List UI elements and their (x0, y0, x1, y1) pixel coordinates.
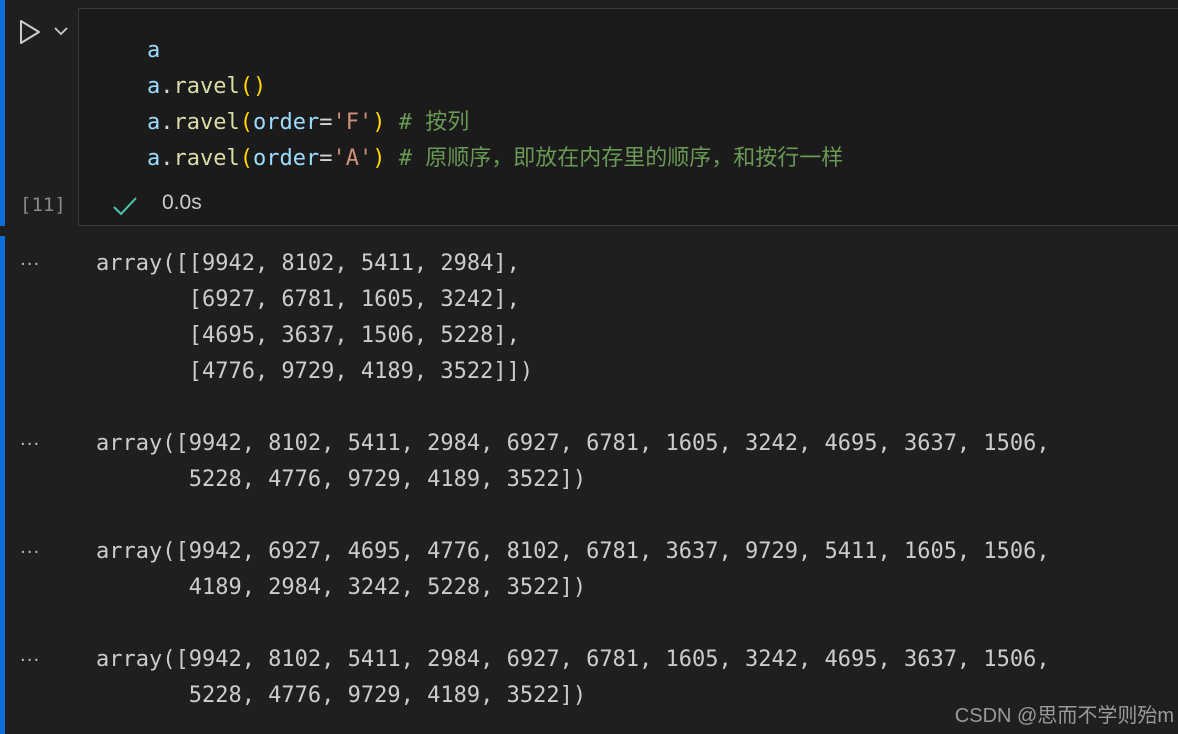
code-token: ) (372, 146, 386, 171)
chevron-down-icon[interactable] (52, 22, 70, 40)
execution-count: [11] (20, 194, 66, 216)
code-line: a (147, 33, 160, 69)
code-token: ) (372, 110, 386, 135)
code-token: . (160, 110, 174, 135)
code-token: . (160, 146, 174, 171)
output-line: 5228, 4776, 9729, 4189, 3522]) (96, 467, 587, 492)
code-line: a.ravel(order='F') # 按列 (147, 105, 469, 141)
checkmark-icon (113, 197, 137, 216)
code-token: = (319, 146, 333, 171)
output-more-button[interactable]: ··· (20, 434, 40, 455)
cell-focus-indicator-bottom (0, 236, 5, 734)
code-token: order (252, 146, 320, 171)
output-line: 5228, 4776, 9729, 4189, 3522]) (96, 683, 587, 708)
output-more-button[interactable]: ··· (20, 254, 40, 275)
code-line: a.ravel() (147, 69, 266, 105)
code-token: ( (239, 146, 253, 171)
output-line: [4776, 9729, 4189, 3522]]) (96, 359, 534, 384)
code-token: order (252, 110, 320, 135)
code-token: ( (239, 74, 253, 99)
watermark: CSDN @思而不学则殆m (954, 705, 1174, 727)
code-comment: # 原顺序，即放在内存里的顺序，和按行一样 (385, 146, 844, 171)
code-token: ravel (173, 146, 240, 171)
code-token: 'F' (332, 110, 373, 135)
output-line: 4189, 2984, 3242, 5228, 3522]) (96, 575, 587, 600)
code-token: ravel (173, 74, 240, 99)
output-line: [6927, 6781, 1605, 3242], (96, 287, 520, 312)
code-token: 'A' (332, 146, 373, 171)
code-token: a (147, 74, 161, 99)
code-token: a (147, 146, 161, 171)
output-more-button[interactable]: ··· (20, 650, 40, 671)
output-line: array([9942, 8102, 5411, 2984, 6927, 678… (96, 647, 1050, 672)
code-comment: # 按列 (385, 110, 470, 135)
code-token: a (147, 38, 161, 63)
output-line: array([[9942, 8102, 5411, 2984], (96, 251, 520, 276)
code-token: a (147, 110, 161, 135)
output-line: [4695, 3637, 1506, 5228], (96, 323, 520, 348)
code-token: . (160, 74, 174, 99)
cell-focus-indicator-top (0, 0, 5, 226)
output-line: array([9942, 6927, 4695, 4776, 8102, 678… (96, 539, 1050, 564)
code-token: = (319, 110, 333, 135)
code-token: ravel (173, 110, 240, 135)
play-icon[interactable] (18, 18, 42, 46)
code-line: a.ravel(order='A') # 原顺序，即放在内存里的顺序，和按行一样 (147, 141, 843, 177)
output-line: array([9942, 8102, 5411, 2984, 6927, 678… (96, 431, 1050, 456)
code-editor[interactable]: a a.ravel() a.ravel(order='F') # 按列 a.ra… (78, 8, 1178, 226)
code-token: ) (252, 74, 267, 99)
code-token: ( (239, 110, 253, 135)
output-more-button[interactable]: ··· (20, 542, 40, 563)
execution-time: 0.0s (162, 191, 202, 214)
